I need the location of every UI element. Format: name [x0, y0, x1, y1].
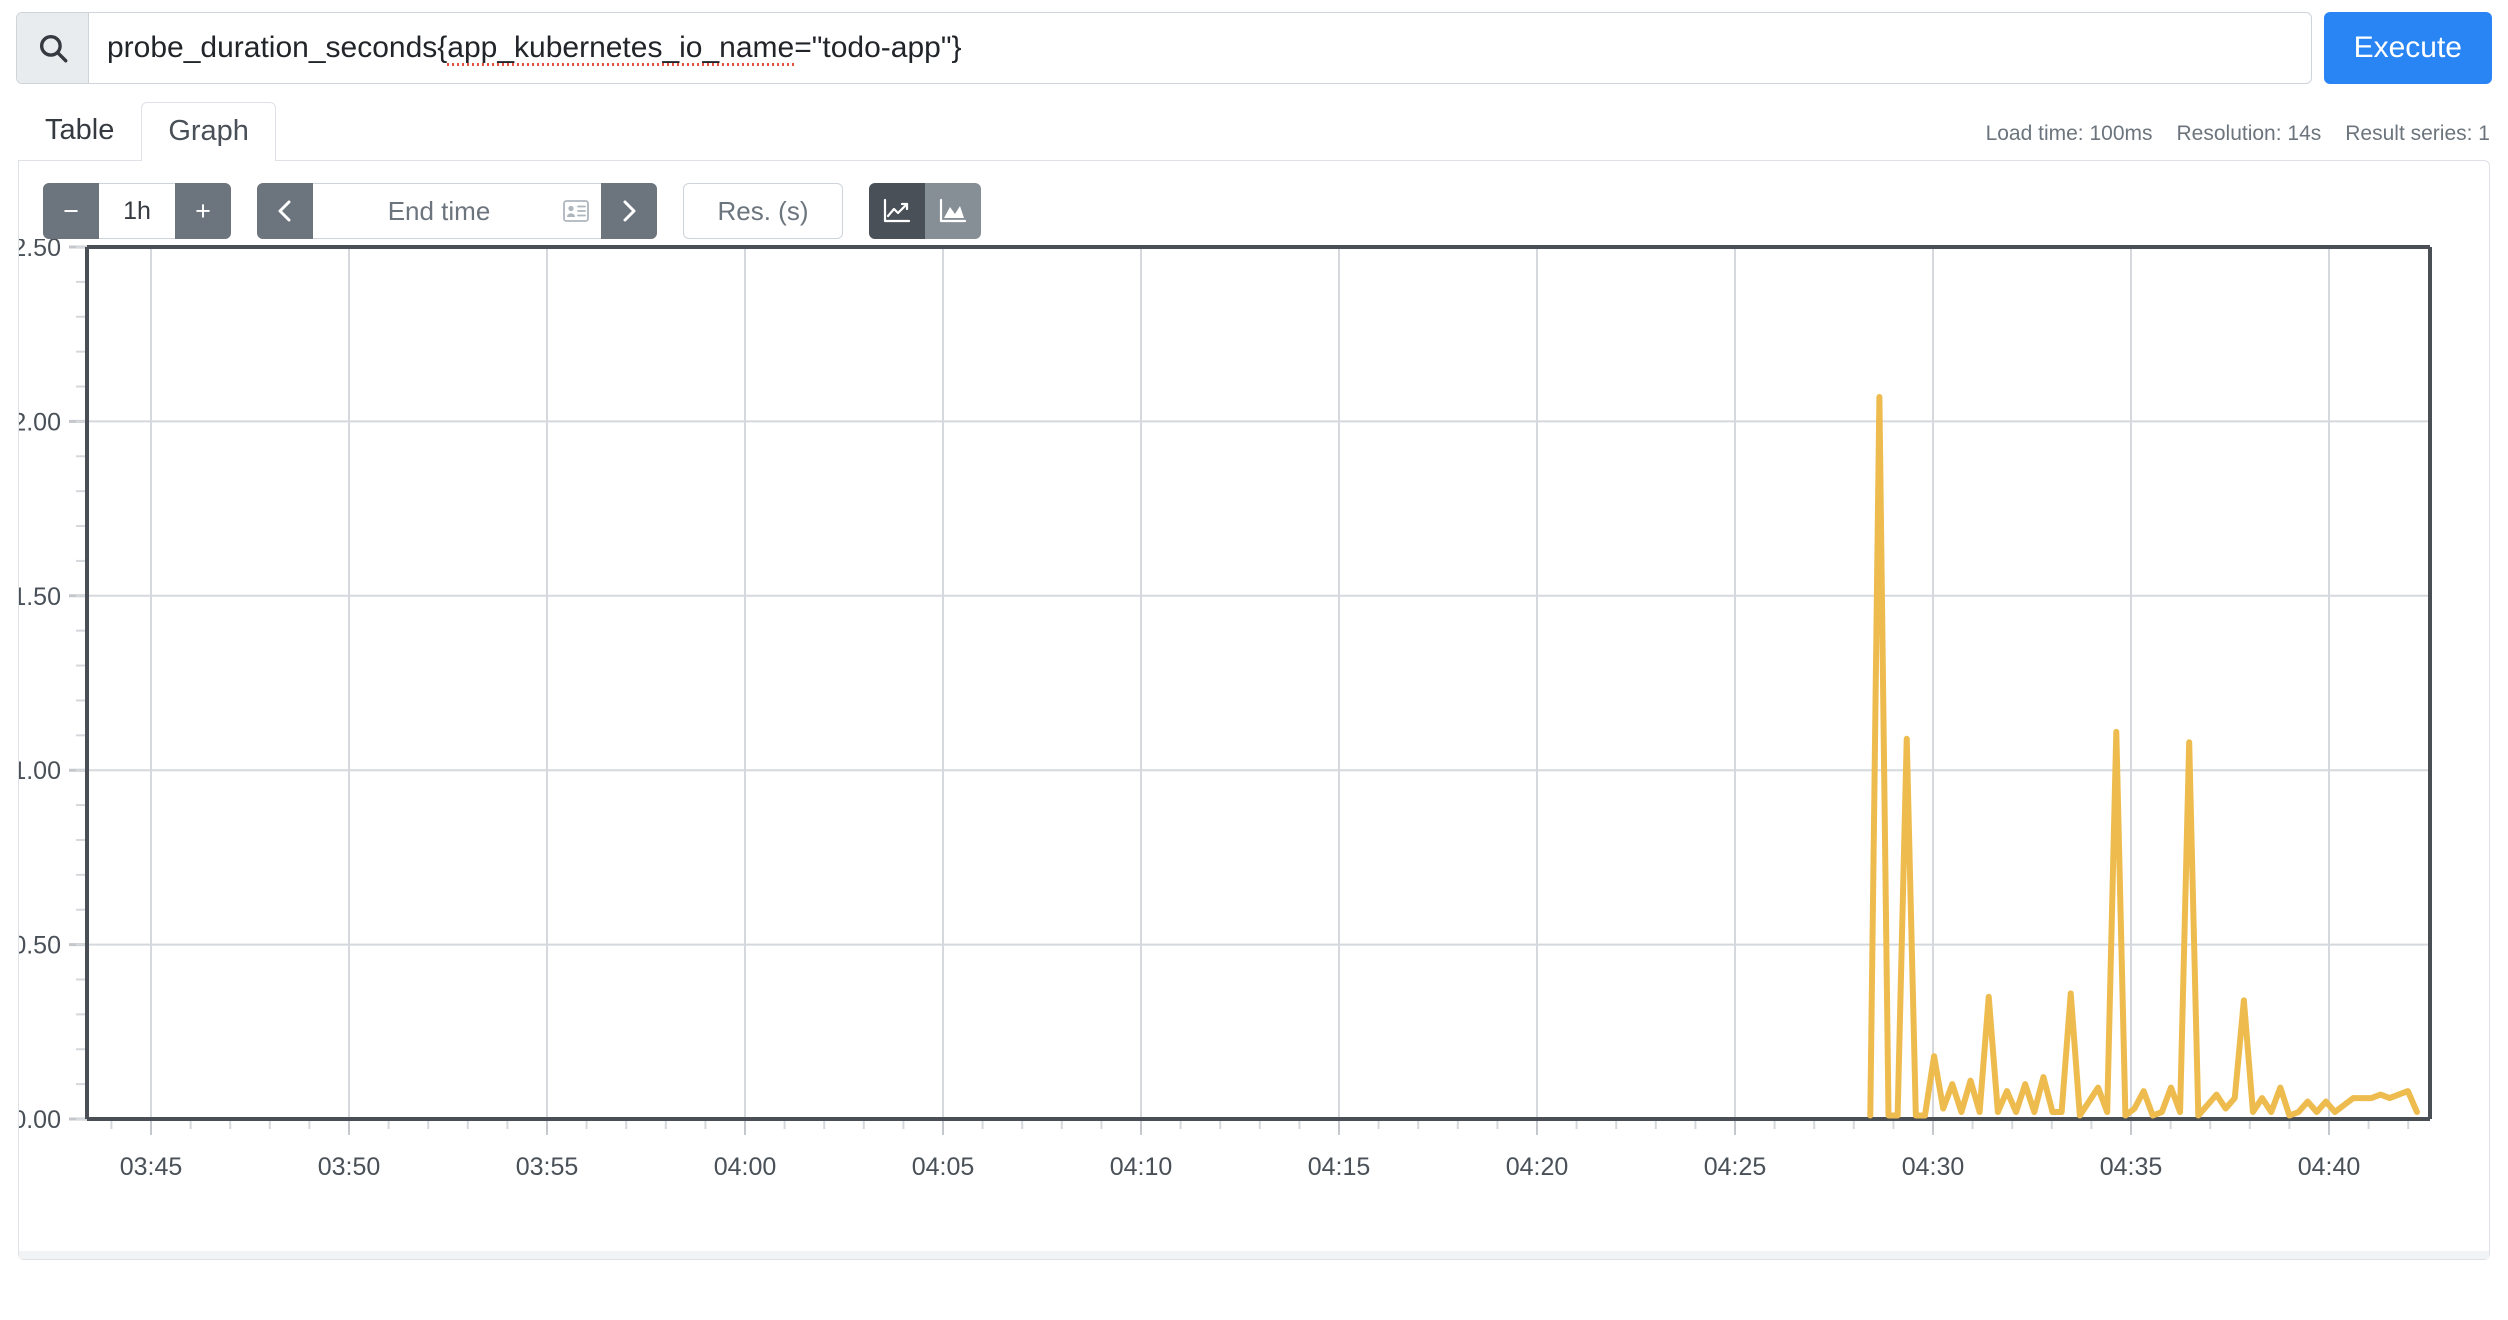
- calendar-icon[interactable]: [563, 200, 589, 222]
- svg-text:04:05: 04:05: [912, 1153, 975, 1181]
- svg-text:04:40: 04:40: [2298, 1153, 2361, 1181]
- query-stats: Load time: 100ms Resolution: 14s Result …: [1986, 122, 2490, 160]
- horizontal-scrollbar[interactable]: [19, 1251, 2489, 1259]
- svg-text:03:45: 03:45: [120, 1153, 183, 1181]
- stat-resolution: Resolution: 14s: [2176, 122, 2322, 145]
- range-increase-button[interactable]: +: [175, 183, 231, 239]
- svg-text:04:00: 04:00: [714, 1153, 777, 1181]
- resolution-input[interactable]: Res. (s): [683, 183, 843, 239]
- svg-text:04:20: 04:20: [1506, 1153, 1569, 1181]
- time-series-chart[interactable]: 03:45 03:50 03:55 04:00 04:05 04:10 04:15 04:20…: [19, 239, 2489, 1199]
- svg-text:2.50: 2.50: [19, 239, 61, 262]
- svg-text:1.50: 1.50: [19, 583, 61, 611]
- range-decrease-button[interactable]: −: [43, 183, 99, 239]
- area-chart-icon[interactable]: [925, 183, 981, 239]
- execute-button[interactable]: Execute: [2323, 12, 2492, 84]
- svg-text:04:10: 04:10: [1110, 1153, 1173, 1181]
- graph-controls: − 1h + End time Res. (s): [19, 161, 2489, 239]
- svg-text:04:25: 04:25: [1704, 1153, 1767, 1181]
- end-time-input[interactable]: End time: [313, 183, 601, 239]
- stat-load-time: Load time: 100ms: [1985, 122, 2153, 145]
- svg-text:03:55: 03:55: [516, 1153, 579, 1181]
- query-bar: probe_duration_seconds{app_kubernetes_io…: [16, 12, 2492, 84]
- svg-text:04:15: 04:15: [1308, 1153, 1371, 1181]
- tabs-row: Table Graph Load time: 100ms Resolution:…: [18, 98, 2490, 161]
- result-tabs: Table Graph: [18, 101, 276, 161]
- range-input[interactable]: 1h: [99, 183, 175, 239]
- chevron-left-icon: [278, 200, 291, 222]
- svg-text:1.00: 1.00: [19, 757, 61, 785]
- end-time-group: End time: [257, 183, 657, 239]
- search-icon: [17, 13, 89, 83]
- graph-chart-area[interactable]: 03:45 03:50 03:55 04:00 04:05 04:10 04:15 04:20…: [19, 239, 2489, 1199]
- stat-result-series: Result series: 1: [2345, 122, 2490, 145]
- svg-text:2.00: 2.00: [19, 408, 61, 436]
- time-next-button[interactable]: [601, 183, 657, 239]
- graph-panel: − 1h + End time Res. (s) 03:45 03:50 03:…: [18, 160, 2490, 1260]
- chart-type-toggle: [869, 183, 981, 239]
- chevron-right-icon: [623, 200, 636, 222]
- query-input-group[interactable]: probe_duration_seconds{app_kubernetes_io…: [16, 12, 2312, 84]
- query-prefix: probe_duration_seconds{: [107, 31, 448, 64]
- line-chart-icon[interactable]: [869, 183, 925, 239]
- query-expression-input[interactable]: probe_duration_seconds{app_kubernetes_io…: [89, 13, 2311, 83]
- range-stepper: − 1h +: [43, 183, 231, 239]
- tab-table[interactable]: Table: [18, 101, 141, 160]
- svg-text:0.00: 0.00: [19, 1106, 61, 1134]
- end-time-placeholder: End time: [387, 195, 491, 226]
- tab-graph[interactable]: Graph: [141, 102, 276, 161]
- svg-text:03:50: 03:50: [318, 1153, 381, 1181]
- svg-text:0.50: 0.50: [19, 932, 61, 960]
- query-spellchecked-token: app_kubernetes_io_name: [447, 31, 795, 66]
- svg-text:04:30: 04:30: [1902, 1153, 1965, 1181]
- query-suffix: ="todo-app"}: [794, 31, 962, 64]
- svg-text:04:35: 04:35: [2100, 1153, 2163, 1181]
- time-prev-button[interactable]: [257, 183, 313, 239]
